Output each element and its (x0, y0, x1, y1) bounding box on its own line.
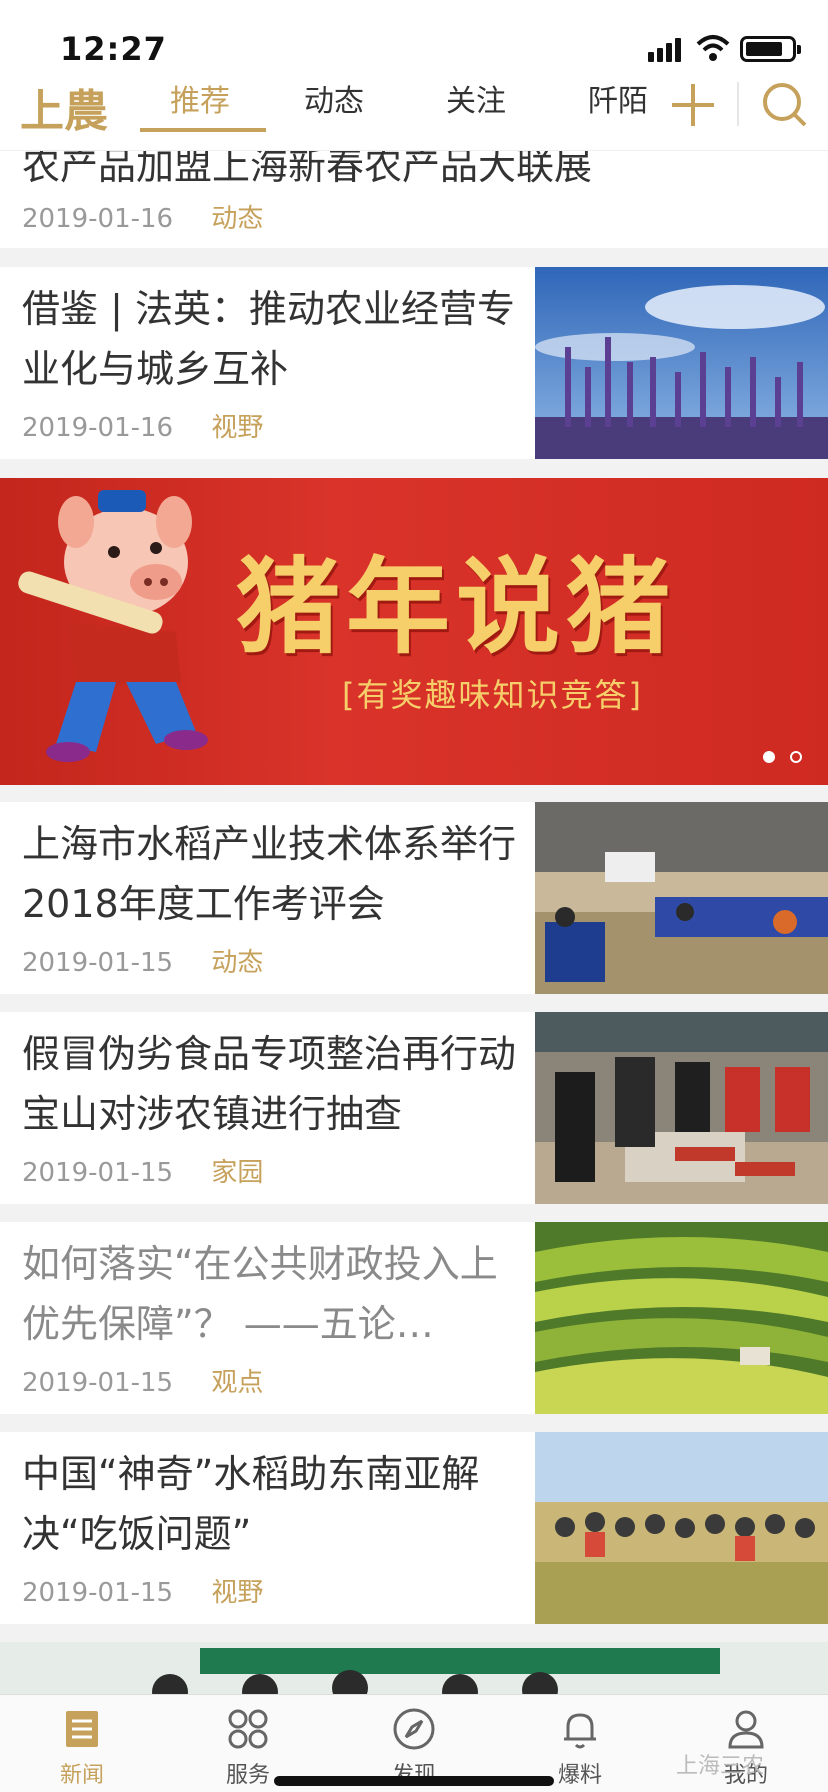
watermark: 上海三农 (676, 1754, 765, 1779)
tab-qianmo[interactable]: 阡陌 (558, 80, 660, 150)
pig-mascot-icon (18, 490, 208, 762)
news-thumbnail (0, 1642, 828, 1710)
news-card[interactable] (0, 1642, 828, 1710)
news-icon (66, 1711, 98, 1747)
app-header: 上農 推荐 动态 关注 阡陌 (0, 80, 828, 150)
news-thumbnail (535, 1432, 828, 1624)
news-card[interactable]: 假冒伪劣食品专项整治再行动 宝山对涉农镇进行抽查 2019-01-15 家园 (0, 1012, 828, 1204)
news-meta: 2019-01-15 动态 (22, 942, 263, 979)
news-thumbnail (535, 1222, 828, 1414)
news-thumbnail (535, 267, 828, 459)
news-date: 2019-01-15 (22, 1578, 174, 1608)
news-card[interactable]: 借鉴 | 法英：推动农业经营专业化与城乡互补 2019-01-16 视野 (0, 267, 828, 459)
news-category: 观点 (211, 1368, 264, 1398)
battery-icon (740, 36, 801, 62)
news-meta: 2019-01-15 家园 (22, 1152, 263, 1189)
news-card[interactable]: 中国“神奇”水稻助东南亚解决“吃饭问题” 2019-01-15 视野 (0, 1432, 828, 1624)
add-channel-button[interactable] (668, 80, 718, 130)
search-button[interactable] (758, 78, 810, 130)
status-bar: 12:27 (0, 0, 828, 80)
cellular-signal-icon (648, 38, 686, 62)
tab-recommended[interactable]: 推荐 (140, 80, 266, 150)
nav-news[interactable]: 新闻 (22, 1695, 142, 1792)
news-title: 如何落实“在公共财政投入上优先保障”？ ——五论… (22, 1242, 498, 1346)
news-thumbnail (535, 802, 828, 994)
carousel-dot[interactable] (762, 751, 775, 763)
grid-icon (228, 1709, 268, 1749)
status-time: 12:27 (60, 30, 167, 68)
news-meta: 2019-01-16 动态 (22, 198, 263, 235)
banner-subtitle: [有奖趣味知识竞答] (342, 676, 643, 714)
news-title: 上海市水稻产业技术体系举行2018年度工作考评会 (22, 822, 517, 926)
news-title: 假冒伪劣食品专项整治再行动 宝山对涉农镇进行抽查 (22, 1032, 517, 1136)
app-logo: 上農 (20, 80, 132, 140)
wifi-icon (696, 35, 730, 61)
news-category: 动态 (211, 948, 264, 978)
carousel-indicator[interactable] (753, 748, 802, 767)
bell-icon (564, 1713, 596, 1749)
news-meta: 2019-01-16 视野 (22, 407, 263, 444)
home-indicator[interactable] (274, 1776, 554, 1786)
news-date: 2019-01-16 (22, 413, 174, 443)
promo-banner[interactable]: 猪年说猪 [有奖趣味知识竞答] (0, 478, 828, 785)
search-icon (763, 83, 807, 127)
header-divider (737, 82, 739, 126)
carousel-dot[interactable] (790, 751, 802, 763)
tab-following[interactable]: 关注 (416, 80, 536, 150)
news-title: 中国“神奇”水稻助东南亚解决“吃饭问题” (22, 1452, 480, 1556)
news-title: 借鉴 | 法英：推动农业经营专业化与城乡互补 (22, 287, 515, 391)
nav-label: 新闻 (59, 1763, 104, 1788)
news-thumbnail (535, 1012, 828, 1204)
svg-text:上農: 上農 (20, 86, 108, 137)
news-date: 2019-01-16 (22, 204, 174, 234)
news-category: 视野 (211, 413, 264, 443)
tab-news-updates[interactable]: 动态 (274, 80, 394, 150)
news-category: 视野 (211, 1578, 264, 1608)
news-date: 2019-01-15 (22, 948, 174, 978)
news-date: 2019-01-15 (22, 1158, 174, 1188)
user-icon (728, 1710, 764, 1749)
news-card[interactable]: 上海市水稻产业技术体系举行2018年度工作考评会 2019-01-15 动态 (0, 802, 828, 994)
news-card[interactable]: 如何落实“在公共财政投入上优先保障”？ ——五论… 2019-01-15 观点 (0, 1222, 828, 1414)
channel-tabs: 推荐 动态 关注 阡陌 (140, 80, 660, 150)
news-meta: 2019-01-15 视野 (22, 1572, 263, 1609)
news-category: 家园 (211, 1158, 264, 1188)
news-date: 2019-01-15 (22, 1368, 174, 1398)
top-bar: 12:27 上農 推荐 动态 关注 阡陌 (0, 0, 828, 150)
plus-icon (672, 84, 714, 126)
banner-title: 猪年说猪 (236, 545, 677, 668)
news-category: 动态 (211, 204, 264, 234)
compass-icon (393, 1708, 435, 1750)
news-meta: 2019-01-15 观点 (22, 1362, 263, 1399)
